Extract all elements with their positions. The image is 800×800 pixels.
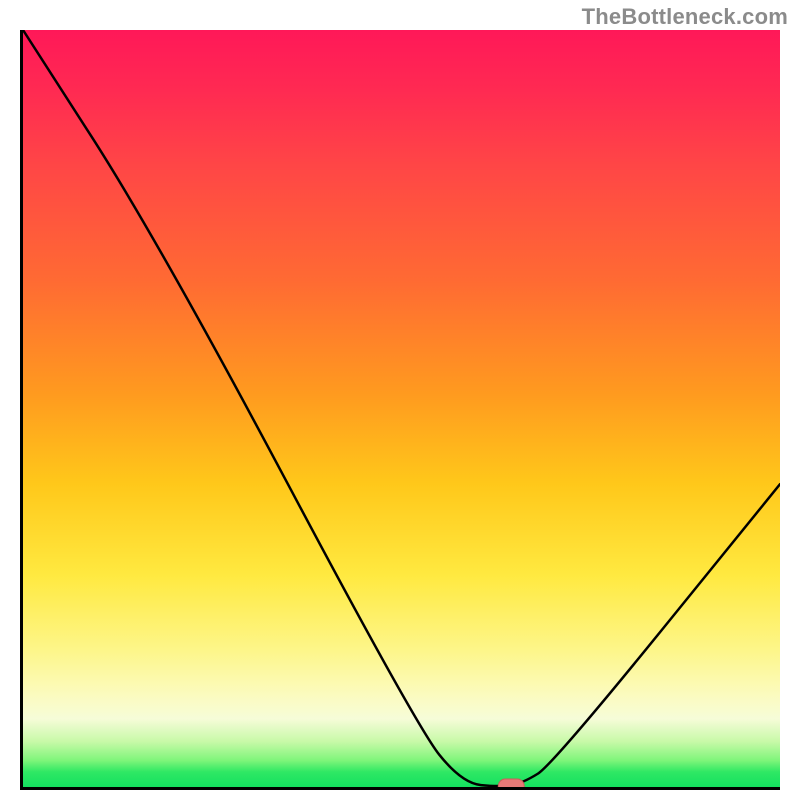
watermark-text: TheBottleneck.com <box>582 4 788 30</box>
chart-container: TheBottleneck.com <box>0 0 800 800</box>
plot-area <box>20 30 780 790</box>
minimum-marker <box>498 779 524 787</box>
curve-svg <box>23 30 780 787</box>
bottleneck-curve <box>23 30 780 786</box>
